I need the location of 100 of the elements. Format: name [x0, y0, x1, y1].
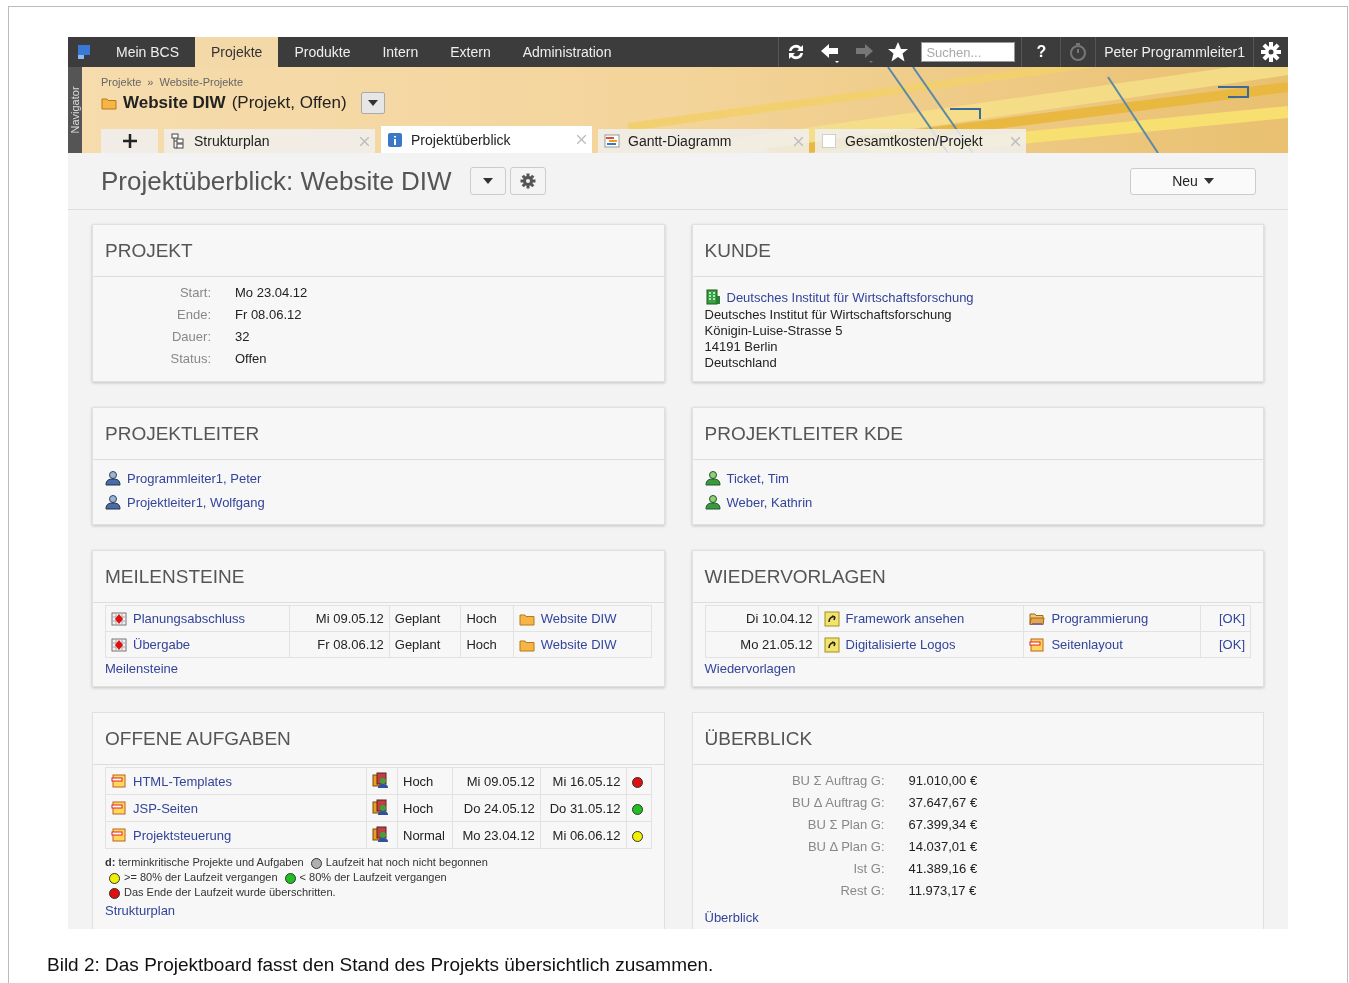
settings-button[interactable]: [509, 167, 546, 195]
person-icon: [704, 470, 721, 486]
table-cell: Mi 06.06.12: [540, 821, 626, 849]
tab[interactable]: Gantt-Diagramm: [598, 129, 809, 153]
settings-icon: [519, 173, 536, 189]
table-cell: Di 10.04.12: [705, 605, 819, 632]
caret-icon: [482, 178, 493, 184]
footer-link[interactable]: Wiedervorlagen: [704, 661, 796, 676]
card-title: WIEDERVORLAGEN: [704, 565, 886, 588]
person-link[interactable]: Weber, Kathrin: [726, 494, 813, 510]
field-value: 11.973,17 €: [908, 883, 978, 898]
team-icon: [372, 771, 388, 788]
field-value: 41.389,16 €: [908, 861, 979, 876]
address-line: 14191 Berlin: [704, 339, 779, 355]
field-label: BU Σ Auftrag G:: [790, 773, 885, 788]
breadcrumb-link[interactable]: Projekte: [101, 76, 142, 88]
tab-icon: [387, 131, 403, 148]
back-arrow-icon[interactable]: [819, 41, 842, 63]
field-label: Ende:: [176, 307, 211, 322]
table-cell: Mi 16.05.12: [540, 767, 626, 795]
table-cell: Hoch: [397, 794, 453, 822]
team-icon: [372, 825, 388, 842]
field-label: BU Δ Plan G:: [806, 839, 885, 854]
footer-link[interactable]: Überblick: [704, 910, 759, 925]
settings-icon[interactable]: [1260, 41, 1282, 63]
dropdown-button[interactable]: [469, 167, 506, 195]
field-label: Status:: [169, 351, 211, 366]
table-cell: Do 31.05.12: [540, 794, 626, 822]
field-value: Offen: [235, 351, 268, 366]
dropdown-button[interactable]: [360, 92, 385, 114]
menu-item[interactable]: Intern: [366, 37, 435, 67]
help-button[interactable]: ?: [1022, 43, 1061, 61]
table-cell: Hoch: [397, 767, 453, 795]
menu-item[interactable]: Extern: [434, 37, 507, 67]
field-value: 32: [235, 329, 251, 344]
plus-icon: [122, 134, 137, 148]
table-cell: Geplant: [389, 605, 461, 632]
team-icon: [372, 798, 388, 815]
folder-icon: [101, 95, 117, 111]
task-icon: [111, 800, 127, 816]
card-title: PROJEKTLEITER: [105, 422, 260, 445]
folder-icon: [1029, 610, 1046, 627]
menu-item[interactable]: Administration: [506, 37, 628, 67]
address-line: Deutsches Institut für Wirtschaftsforschung: [704, 307, 953, 323]
menu-item[interactable]: Mein BCS: [100, 37, 196, 67]
field-value: Fr 08.06.12: [235, 307, 303, 322]
new-button[interactable]: Neu: [1130, 167, 1256, 195]
breadcrumb-link[interactable]: Website-Projekte: [159, 76, 244, 88]
task-icon: [111, 827, 127, 843]
star-icon[interactable]: [887, 41, 910, 63]
footer-link[interactable]: Strukturplan: [105, 903, 176, 918]
figure-caption: Bild 2: Das Projektboard fasst den Stand des Projekts übersichtlich zusammen.: [47, 954, 715, 976]
table-cell: Mi 09.05.12: [289, 605, 390, 632]
breadcrumb-separator: »: [147, 76, 154, 88]
legend-text: < 80% der Laufzeit vergangen: [299, 871, 447, 883]
table-cell: Mo 21.05.12: [705, 631, 819, 658]
footer-link[interactable]: Meilensteine: [105, 661, 178, 676]
field-label: Dauer:: [170, 329, 211, 344]
address-line: Deutschland: [704, 355, 778, 371]
field-label: Ist G:: [852, 861, 885, 876]
card-title: MEILENSTEINE: [105, 565, 245, 588]
milestone-icon: [111, 610, 127, 627]
add-tab-button[interactable]: [101, 129, 158, 153]
followup-icon: [823, 636, 840, 653]
search-field[interactable]: Suchen...: [921, 42, 1016, 62]
field-label: BU Σ Plan G:: [806, 817, 885, 832]
card-title: PROJEKT: [105, 239, 193, 262]
table-cell: Geplant: [389, 631, 461, 658]
user-name[interactable]: Peter Programmleiter1: [1096, 44, 1253, 60]
legend-text: d: terminkritische Projekte und Aufgaben: [105, 856, 304, 868]
menu-item[interactable]: Produkte: [278, 37, 367, 67]
customer-link[interactable]: Deutsches Institut für Wirtschaftsforschung: [726, 289, 974, 305]
task-icon: [111, 773, 127, 789]
tab[interactable]: Strukturplan: [164, 129, 375, 153]
table-cell: Fr 08.06.12: [289, 631, 390, 658]
person-link[interactable]: Projektleiter1, Wolfgang: [127, 494, 265, 510]
person-link[interactable]: Ticket, Tim: [726, 470, 789, 486]
person-icon: [105, 470, 121, 486]
person-icon: [105, 494, 121, 510]
menu-item[interactable]: Projekte: [195, 37, 279, 67]
person-link[interactable]: Programmleiter1, Peter: [127, 470, 262, 486]
milestone-link[interactable]: Übergabe: [133, 637, 191, 652]
followup-icon: [823, 610, 840, 627]
task-icon: [1029, 636, 1046, 653]
field-value: 37.647,67 €: [908, 795, 979, 810]
caret-icon: [1203, 178, 1214, 184]
legend-text: Das Ende der Laufzeit wurde überschritten.: [124, 886, 336, 898]
logo-icon[interactable]: [78, 45, 90, 59]
table-cell: Do 24.05.12: [452, 794, 541, 822]
tab[interactable]: Gesamtkosten/Projekt: [815, 129, 1026, 153]
field-value: Mo 23.04.12: [235, 285, 309, 300]
table-cell: Hoch: [460, 631, 514, 658]
building-icon: [704, 289, 721, 305]
task-link[interactable]: JSP-Seiten: [133, 800, 199, 816]
tab-icon: [604, 133, 620, 149]
tab[interactable]: Projektüberblick: [381, 126, 592, 153]
card-title: PROJEKTLEITER KDE: [704, 422, 903, 445]
card-title: OFFENE AUFGABEN: [105, 727, 291, 750]
field-label: Rest G:: [839, 883, 885, 898]
field-label: BU Δ Auftrag G:: [791, 795, 885, 810]
